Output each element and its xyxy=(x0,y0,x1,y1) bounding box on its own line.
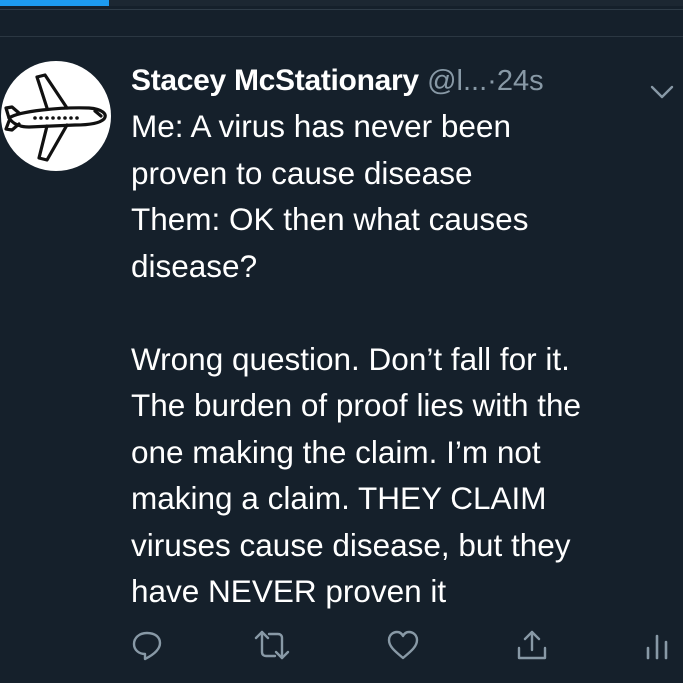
tweet-text-line: The burden of proof lies with the xyxy=(131,387,582,423)
like-icon xyxy=(387,630,419,660)
tweet-text-line: disease? xyxy=(131,247,258,284)
tweet-text: Me: A virus has never been proven to cau… xyxy=(131,103,671,615)
user-handle[interactable]: @l... xyxy=(427,65,487,97)
tweet-actions xyxy=(0,625,683,665)
tweet[interactable]: Stacey McStationary @l...·24s Me: A viru… xyxy=(0,37,683,683)
tweet-text-line: Me: A virus has never been xyxy=(131,108,511,144)
top-divider xyxy=(0,9,683,10)
analytics-button[interactable] xyxy=(637,625,677,665)
separator-dot: · xyxy=(487,65,497,97)
tweet-text-line: have NEVER proven it xyxy=(131,573,447,609)
share-icon xyxy=(517,630,547,660)
airplane-icon xyxy=(4,73,107,162)
tweet-text-line: one making the claim. I’m not xyxy=(131,433,541,470)
reply-icon xyxy=(132,631,162,661)
tweet-text-line: viruses cause disease, but they xyxy=(131,526,571,563)
tweet-text-line: making a claim. THEY CLAIM xyxy=(131,480,547,516)
like-button[interactable] xyxy=(383,625,423,665)
progress-bar xyxy=(0,0,683,6)
reply-button[interactable] xyxy=(127,625,167,665)
avatar[interactable] xyxy=(1,61,111,171)
analytics-icon xyxy=(646,634,668,660)
tweet-text-line: Them: OK then what causes xyxy=(131,201,529,237)
top-bar xyxy=(0,0,683,37)
retweet-button[interactable] xyxy=(252,625,292,665)
retweet-icon xyxy=(254,630,290,660)
tweet-header: Stacey McStationary @l...·24s xyxy=(131,59,679,103)
display-name[interactable]: Stacey McStationary xyxy=(131,64,419,97)
tweet-text-line: proven to cause disease xyxy=(131,154,473,191)
progress-bar-fill xyxy=(0,0,110,6)
timestamp[interactable]: 24s xyxy=(497,65,544,97)
tweet-text-line: Wrong question. Don’t fall for it. xyxy=(131,340,570,377)
share-button[interactable] xyxy=(512,625,552,665)
